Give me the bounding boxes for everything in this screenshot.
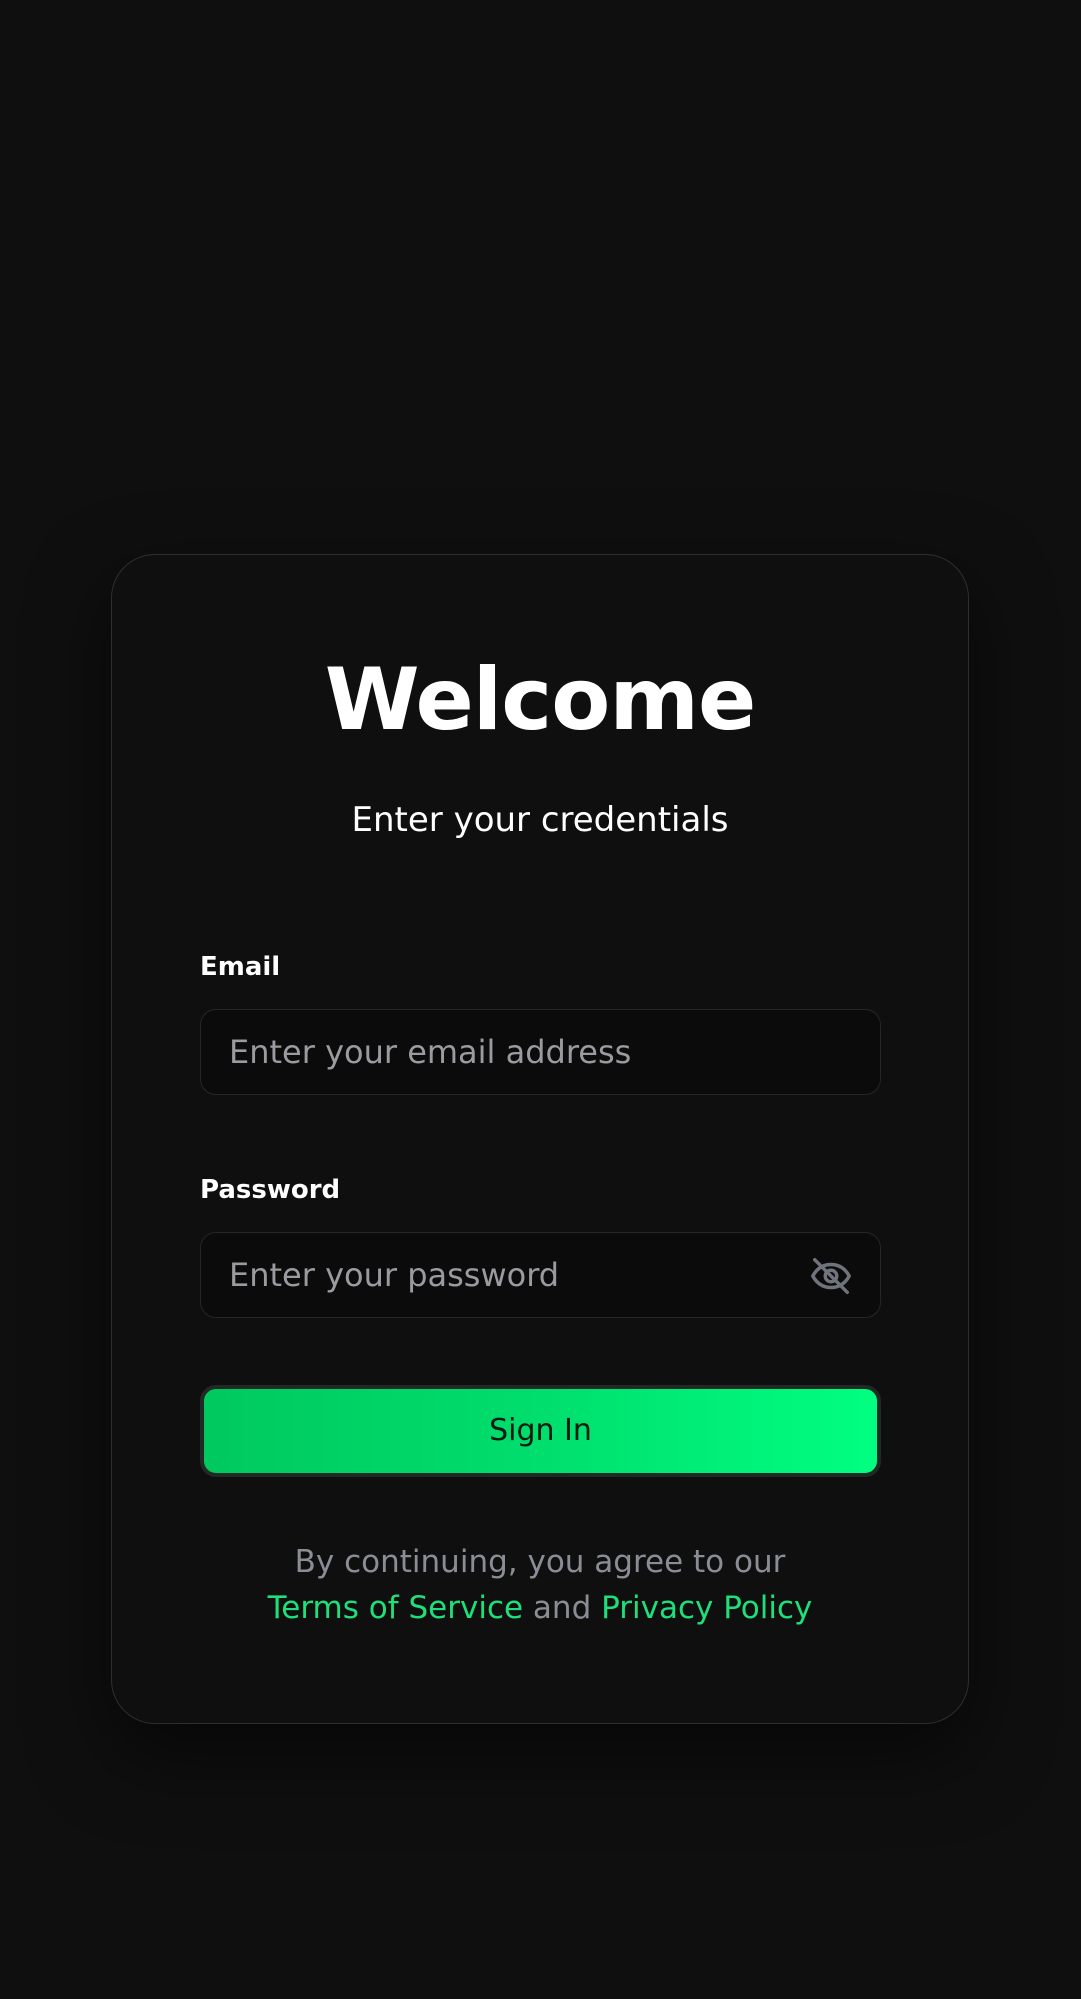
login-card: Welcome Enter your credentials Email Pas… (111, 554, 969, 1724)
password-field-container (200, 1232, 881, 1318)
legal-conjunction: and (532, 1590, 592, 1626)
privacy-policy-link[interactable]: Privacy Policy (601, 1590, 812, 1626)
email-field-container (200, 1009, 881, 1095)
legal-links: Terms of Service and Privacy Policy (112, 1593, 968, 1624)
eye-off-icon[interactable] (808, 1253, 854, 1299)
page-title: Welcome (324, 650, 757, 750)
terms-of-service-link[interactable]: Terms of Service (268, 1590, 523, 1626)
legal-notice: By continuing, you agree to our (294, 1544, 786, 1580)
email-label: Email (200, 952, 281, 982)
password-label: Password (200, 1175, 341, 1205)
sign-in-button[interactable]: Sign In (200, 1385, 881, 1477)
page-subtitle: Enter your credentials (351, 800, 729, 840)
password-field[interactable] (229, 1233, 789, 1317)
email-field[interactable] (229, 1010, 789, 1094)
